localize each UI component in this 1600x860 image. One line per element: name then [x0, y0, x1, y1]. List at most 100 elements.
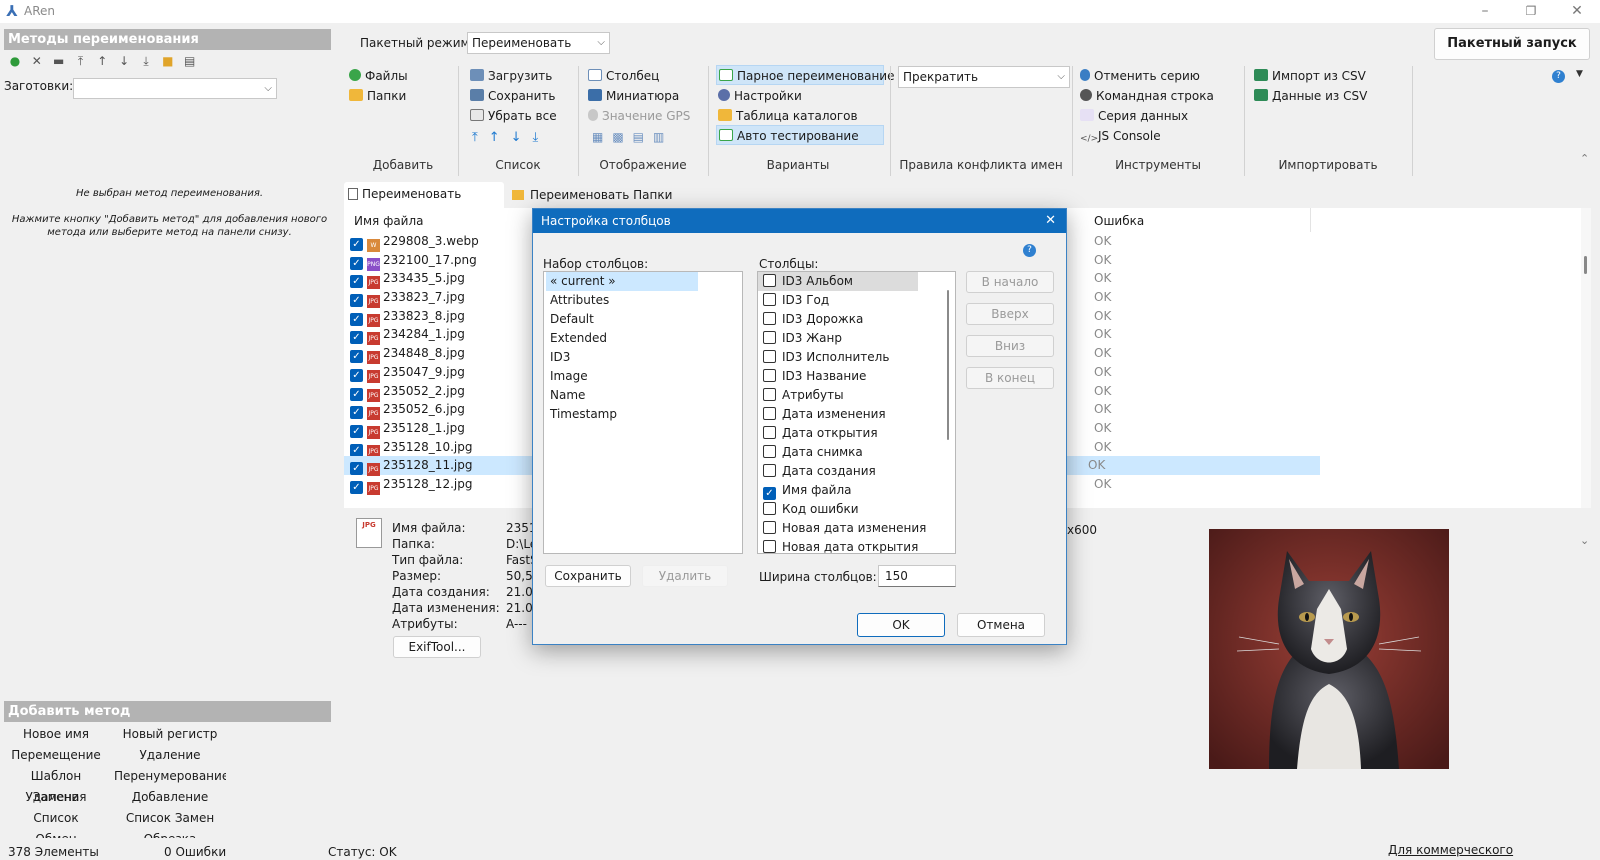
expand-panel-icon[interactable]: ⌄: [1580, 534, 1589, 547]
column-checkbox[interactable]: [763, 331, 776, 344]
row-checkbox[interactable]: ✓: [350, 331, 363, 345]
column-set-item[interactable]: « current »: [546, 272, 698, 291]
ribbon-column[interactable]: Столбец: [588, 66, 659, 86]
row-checkbox[interactable]: ✓: [350, 350, 363, 364]
delete-set-button[interactable]: Удалить: [642, 565, 728, 587]
columns-scrollbar-thumb[interactable]: [947, 290, 949, 440]
method-new-case[interactable]: Новый регистр: [114, 724, 226, 745]
exiftool-button[interactable]: ExifTool...: [393, 636, 481, 658]
eraser-icon[interactable]: ▬: [50, 52, 68, 70]
method-new-name[interactable]: Новое имя: [0, 724, 112, 745]
dialog-help-icon[interactable]: ?: [1023, 244, 1036, 257]
column-checkbox[interactable]: [763, 312, 776, 325]
ribbon-gps-value[interactable]: Значение GPS: [588, 106, 690, 126]
ribbon-clear-list[interactable]: Убрать все: [470, 106, 557, 126]
ribbon-catalog-table[interactable]: Таблица каталогов: [718, 106, 858, 126]
ribbon-add-folders[interactable]: Папки: [349, 86, 406, 106]
method-trim[interactable]: Обрезка: [114, 829, 226, 838]
column-checkbox[interactable]: [763, 350, 776, 363]
method-swap[interactable]: Обмен: [0, 829, 112, 838]
column-option[interactable]: ID3 Название: [758, 367, 944, 386]
move-up-icon[interactable]: ↑: [93, 52, 111, 70]
scrollbar-thumb[interactable]: [1584, 256, 1587, 274]
column-option[interactable]: ID3 Альбом: [758, 272, 918, 291]
ribbon-data-series[interactable]: Серия данных: [1080, 106, 1188, 126]
remove-method-icon[interactable]: ✕: [28, 52, 46, 70]
column-option[interactable]: ID3 Исполнитель: [758, 348, 944, 367]
ribbon-load-list[interactable]: Загрузить: [470, 66, 552, 86]
column-option[interactable]: Новая дата изменения: [758, 519, 944, 538]
move-top-icon[interactable]: ⤒: [71, 52, 89, 70]
minimize-button[interactable]: –: [1462, 0, 1508, 23]
column-checkbox[interactable]: [763, 426, 776, 439]
row-checkbox[interactable]: ✓: [350, 312, 363, 326]
method-replace[interactable]: Замена: [0, 787, 112, 808]
ribbon-pair-rename[interactable]: Парное переименование: [716, 65, 894, 85]
conflict-rule-select[interactable]: Прекратить ⌵: [898, 66, 1070, 88]
column-checkbox[interactable]: [763, 445, 776, 458]
row-checkbox[interactable]: ✓: [350, 368, 363, 382]
column-option[interactable]: ID3 Жанр: [758, 329, 944, 348]
column-checkbox[interactable]: [763, 502, 776, 515]
column-option[interactable]: Дата снимка: [758, 443, 944, 462]
column-checkbox[interactable]: [763, 407, 776, 420]
ribbon-import-csv[interactable]: Импорт из CSV: [1254, 66, 1366, 86]
columns-list[interactable]: ID3 Альбом ID3 Год ID3 Дорожка ID3 Жанр ID3 …: [757, 271, 956, 554]
ribbon-data-csv[interactable]: Данные из CSV: [1254, 86, 1367, 106]
batch-run-button[interactable]: Пакетный запуск: [1434, 28, 1590, 60]
column-set-item[interactable]: Default: [544, 310, 742, 329]
save-set-button[interactable]: Сохранить: [545, 565, 631, 587]
method-list[interactable]: Список: [0, 808, 112, 829]
ribbon-undo-series[interactable]: Отменить серию: [1080, 66, 1200, 86]
method-add[interactable]: Добавление: [114, 787, 226, 808]
column-option[interactable]: ID3 Дорожка: [758, 310, 944, 329]
row-checkbox[interactable]: ✓: [350, 480, 363, 494]
row-checkbox[interactable]: ✓: [350, 424, 363, 438]
column-option[interactable]: Атрибуты: [758, 386, 944, 405]
column-checkbox[interactable]: [763, 274, 776, 287]
collapse-ribbon-icon[interactable]: ⌃: [1580, 152, 1589, 165]
dialog-close-icon[interactable]: ✕: [1045, 209, 1056, 233]
ribbon-command-line[interactable]: Командная строка: [1080, 86, 1214, 106]
close-window-button[interactable]: ✕: [1554, 0, 1600, 23]
commercial-use-link[interactable]: Для коммерческого использования: [1388, 843, 1600, 860]
column-width-input[interactable]: 150: [878, 565, 956, 587]
column-checkbox[interactable]: [763, 388, 776, 401]
ribbon-menu-caret-icon[interactable]: ▼: [1576, 69, 1583, 79]
method-list-replace[interactable]: Список Замен: [114, 808, 226, 829]
method-move[interactable]: Перемещение: [0, 745, 112, 766]
column-header-error[interactable]: Ошибка: [1094, 214, 1144, 228]
row-checkbox[interactable]: ✓: [350, 406, 363, 420]
add-method-icon[interactable]: ●: [6, 52, 24, 70]
column-option[interactable]: Дата изменения: [758, 405, 944, 424]
column-option[interactable]: ✓ Имя файла: [758, 481, 944, 500]
save-disk-icon[interactable]: ▤: [181, 52, 199, 70]
move-to-start-button[interactable]: В начало: [966, 271, 1054, 293]
column-option[interactable]: Дата открытия: [758, 424, 944, 443]
row-checkbox[interactable]: ✓: [350, 387, 363, 401]
ribbon-thumbnail[interactable]: Миниатюра: [588, 86, 679, 106]
row-checkbox[interactable]: ✓: [350, 256, 363, 270]
column-set-item[interactable]: Name: [544, 386, 742, 405]
ok-button[interactable]: OK: [857, 613, 945, 637]
method-delete-pattern[interactable]: Шаблон Удаления: [0, 766, 112, 804]
column-checkbox[interactable]: [763, 464, 776, 477]
column-checkbox[interactable]: [763, 293, 776, 306]
row-checkbox[interactable]: ✓: [350, 443, 363, 457]
presets-select[interactable]: ⌵: [73, 78, 277, 99]
column-set-item[interactable]: Extended: [544, 329, 742, 348]
row-checkbox[interactable]: ✓: [350, 275, 363, 289]
ribbon-add-files[interactable]: Файлы: [349, 66, 408, 86]
tab-rename-folders[interactable]: Переименовать Папки: [512, 184, 672, 208]
move-up-button[interactable]: Вверх: [966, 303, 1054, 325]
column-sets-list[interactable]: « current » Attributes Default Extended ID3 I…: [543, 271, 743, 554]
row-checkbox[interactable]: ✓: [350, 238, 363, 251]
column-option[interactable]: Код ошибки: [758, 500, 944, 519]
ribbon-settings[interactable]: Настройки: [718, 86, 802, 106]
tab-rename-files[interactable]: Переименовать Файлы: [344, 182, 504, 225]
column-option[interactable]: ID3 Год: [758, 291, 944, 310]
batch-mode-select[interactable]: Переименовать ⌵: [467, 32, 610, 54]
move-to-end-button[interactable]: В конец: [966, 367, 1054, 389]
ribbon-auto-test[interactable]: Авто тестирование: [716, 125, 884, 145]
folder-open-icon[interactable]: ■: [159, 52, 177, 70]
